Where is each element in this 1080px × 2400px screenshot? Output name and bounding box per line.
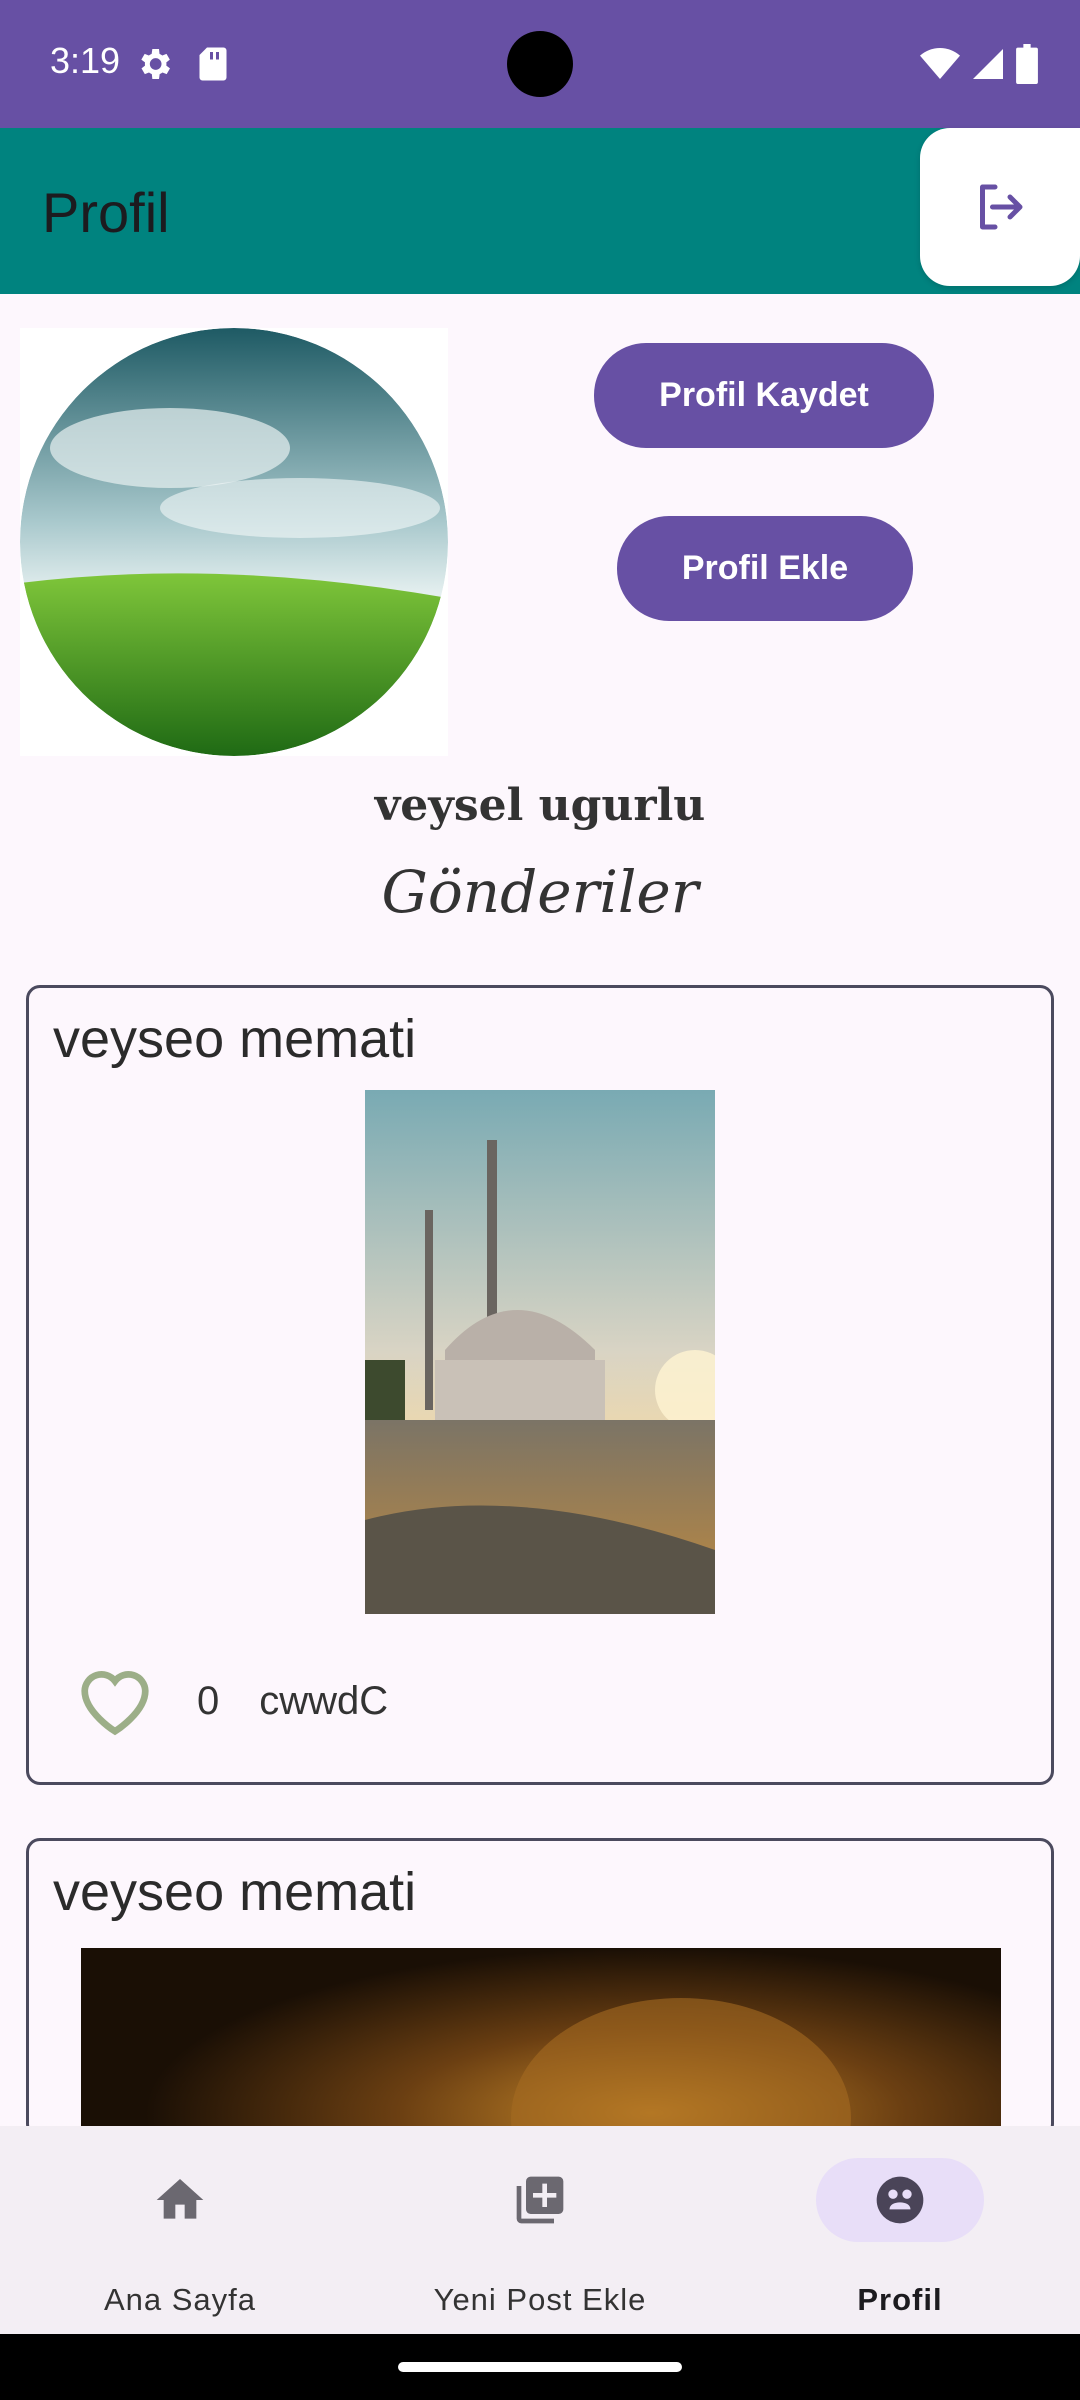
save-profile-button[interactable]: Profil Kaydet [594,343,934,448]
add-profile-button[interactable]: Profil Ekle [617,516,913,621]
avatar [20,328,448,756]
post-author: veyseo memati [53,1862,417,1922]
battery-icon [1016,44,1038,84]
avatar-container[interactable] [20,328,448,756]
home-icon [156,2179,204,2219]
nav-label-new-post: Yeni Post Ekle [433,2282,647,2317]
gesture-handle[interactable] [398,2362,682,2372]
post-card: veyseo memati 0 cwwdC [26,985,1054,1785]
post-author: veyseo memati [53,1009,417,1069]
like-row: 0 cwwdC [73,1662,388,1740]
nav-icon-container [456,2158,624,2242]
gesture-navigation-area [0,2334,1080,2400]
profile-icon [876,2176,924,2224]
bottom-navigation: Ana Sayfa Yeni Post Ekle Profil [0,2126,1080,2334]
heart-icon[interactable] [73,1664,157,1738]
nav-item-new-post[interactable]: Yeni Post Ekle [360,2126,720,2334]
status-bar: 3:19 [0,0,1080,128]
post-card: veyseo memati [26,1838,1054,2138]
nav-icon-container [816,2158,984,2242]
sd-card-icon [199,47,227,81]
nav-item-profile[interactable]: Profil [720,2126,1080,2334]
add-post-icon [516,2176,564,2224]
nav-item-home[interactable]: Ana Sayfa [0,2126,360,2334]
camera-cutout [507,31,573,97]
signal-icon [973,49,1003,79]
nav-icon-container [96,2158,264,2242]
status-time: 3:19 [50,40,121,81]
post-image[interactable] [365,1090,715,1614]
nav-label-home: Ana Sayfa [103,2282,257,2317]
nav-label-profile: Profil [857,2282,943,2317]
posts-section-title: Gönderiler [381,858,699,926]
logout-icon [980,184,1023,230]
page-title: Profil [42,181,170,244]
post-image[interactable] [81,1948,1001,2138]
post-caption: cwwdC [259,1678,389,1723]
username: veysel ugurlu [374,780,706,831]
app-bar: Profil [0,128,1080,294]
wifi-icon [920,48,960,79]
logout-button[interactable] [920,128,1080,286]
gear-icon [141,49,170,79]
like-count: 0 [197,1678,220,1723]
